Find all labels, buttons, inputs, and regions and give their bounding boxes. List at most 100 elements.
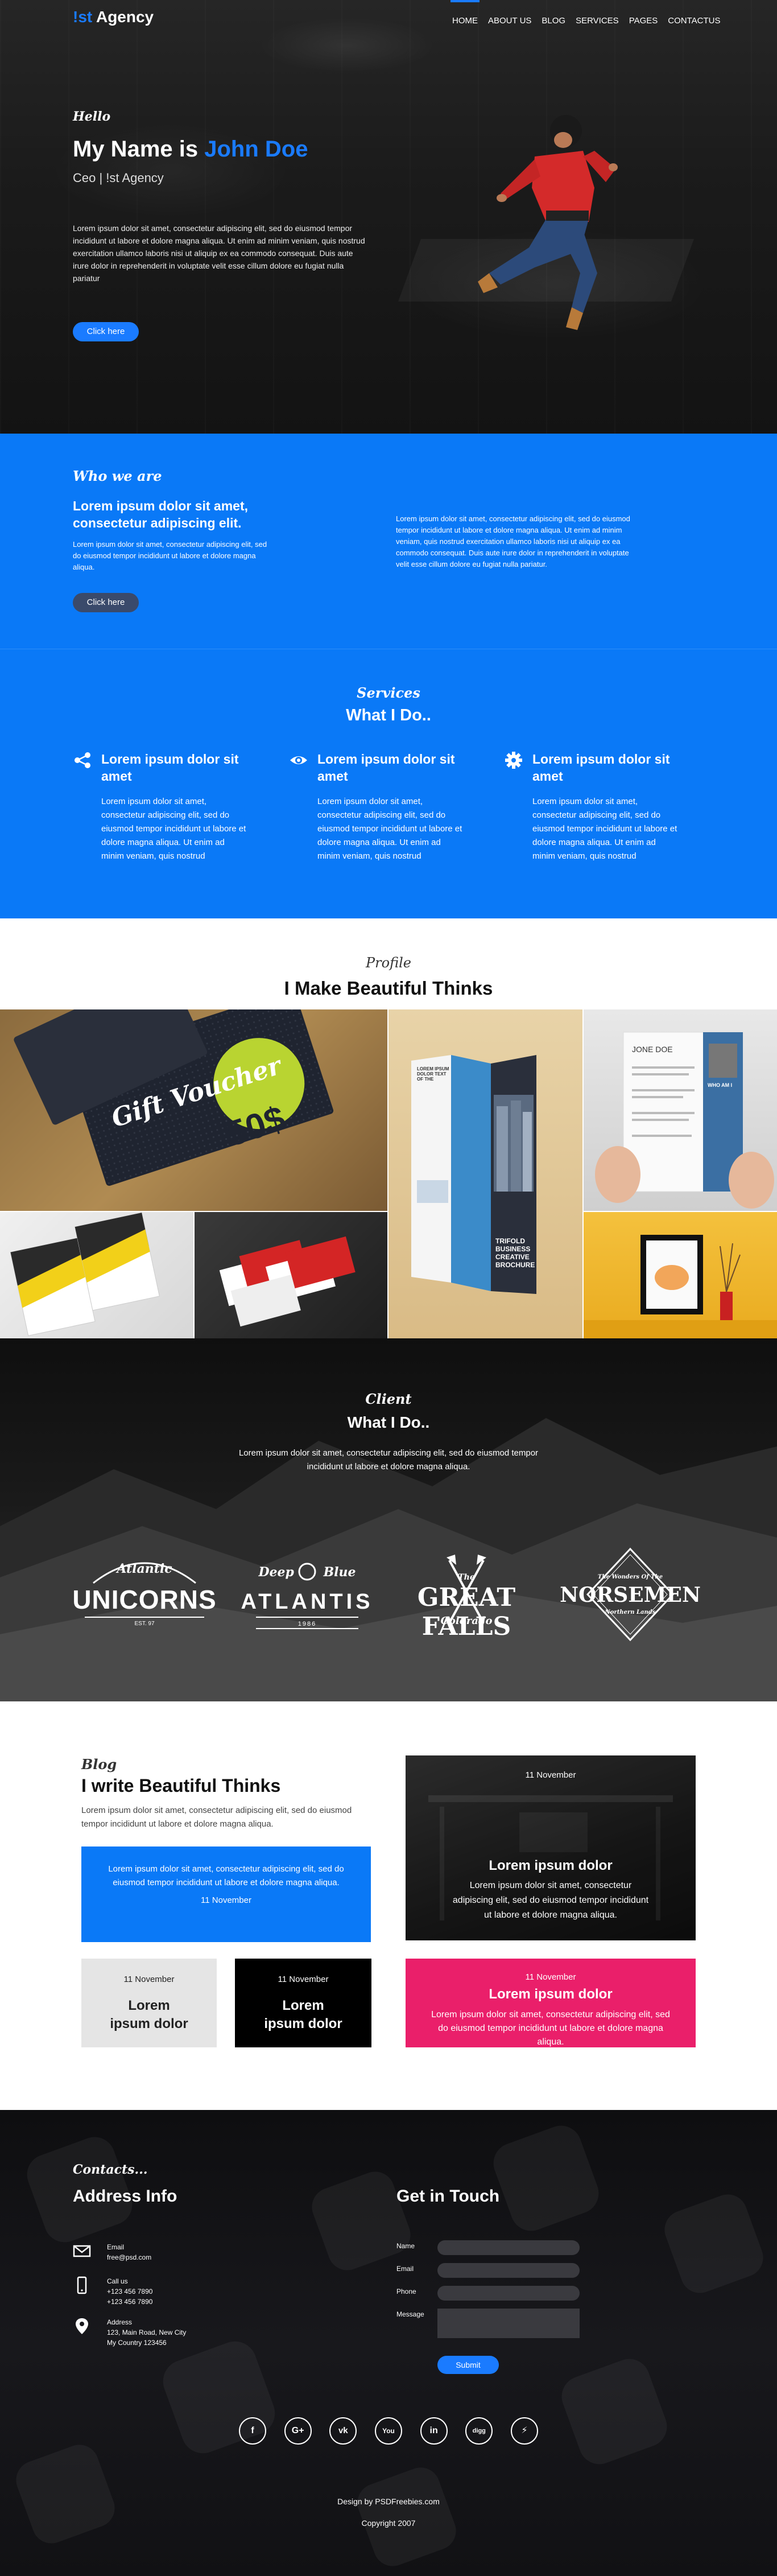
resume-name: JONE DOE <box>632 1045 673 1054</box>
facebook-icon[interactable]: f <box>239 2417 266 2445</box>
client-logo-unicorns[interactable]: Atlantic UNICORNS EST. 97 <box>71 1538 218 1651</box>
message-field-label: Message <box>396 2310 424 2318</box>
digg-icon[interactable]: digg <box>465 2417 493 2445</box>
client-title: What I Do.. <box>347 1413 430 1431</box>
blog-text: Lorem ipsum dolor sit amet, consectetur … <box>81 1806 352 1829</box>
contact-label: Contacts... <box>73 2162 148 2177</box>
gallery-item-business-cards[interactable] <box>195 1212 387 1338</box>
blog-card-pink[interactable]: 11 November Lorem ipsum dolor Lorem ipsu… <box>406 1959 696 2047</box>
gallery-item-flyers[interactable] <box>0 1212 193 1338</box>
nav-item-blog[interactable]: BLOG <box>536 0 571 34</box>
blog-title: I write Beautiful Thinks <box>81 1775 281 1796</box>
blog-card-date: 11 November <box>278 1975 329 1984</box>
email-field[interactable] <box>437 2263 580 2278</box>
blog-card-heading: Lorem ipsum dolor <box>264 1998 342 2031</box>
norsemen-logo-top: The Wonders Of The <box>597 1574 663 1580</box>
great-falls-logo-bottom: Colorado <box>440 1615 493 1627</box>
service-text: Lorem ipsum dolor sit amet, consectetur … <box>532 797 677 861</box>
great-falls-logo-main: GREAT FALLS <box>417 1583 516 1641</box>
vk-icon[interactable]: vk <box>329 2417 357 2445</box>
client-section: Client What I Do.. Lorem ipsum dolor sit… <box>0 1338 777 1701</box>
gallery-item-frame[interactable] <box>584 1212 777 1338</box>
resume-image <box>595 1032 774 1209</box>
business-cards-image <box>219 1236 356 1327</box>
blog-card-photo[interactable]: 11 November Lorem ipsum dolor Lorem ipsu… <box>406 1755 696 1940</box>
atlantis-logo-top: Deep Blue <box>258 1565 356 1580</box>
get-in-touch-title: Get in Touch <box>396 2187 500 2206</box>
nav-item-services[interactable]: SERVICES <box>571 0 624 34</box>
top-navigation: !st Agency HOME ABOUT US BLOG SERVICES P… <box>0 0 777 34</box>
nav-item-about-us[interactable]: ABOUT US <box>483 0 536 34</box>
service-heading: Lorem ipsum dolor sit amet <box>101 752 239 784</box>
client-logo-great-falls[interactable]: The GREAT FALLS Colorado <box>392 1538 540 1651</box>
nav-item-contactus[interactable]: CONTACTUS <box>663 0 725 34</box>
hero-section: !st Agency HOME ABOUT US BLOG SERVICES P… <box>0 0 777 434</box>
great-falls-logo-top: The <box>458 1573 475 1582</box>
who-we-are-section: Who we are Lorem ipsum dolor sit amet, c… <box>0 434 777 649</box>
email-value[interactable]: free@psd.com <box>107 2252 221 2262</box>
linkedin-icon[interactable]: in <box>420 2417 448 2445</box>
email-label: Email <box>107 2243 125 2251</box>
who-title: Lorem ipsum dolor sit amet, consectetur … <box>73 498 248 530</box>
lightning-icon[interactable]: ⚡ <box>510 2417 538 2445</box>
gallery-item-resume[interactable]: JONE DOE WHO AM I <box>584 1009 777 1211</box>
brochure-title-text: TRIFOLD BUSINESS CREATIVE BROCHURE <box>495 1237 535 1269</box>
phone-1[interactable]: +123 456 7890 <box>107 2286 221 2297</box>
norsemen-logo-main: NORSEMEN <box>560 1583 701 1607</box>
nav-item-home[interactable]: HOME <box>447 0 483 34</box>
address-line-2: My Country 123456 <box>107 2339 167 2347</box>
unicorns-logo-bottom: EST. 97 <box>134 1621 155 1627</box>
submit-button[interactable]: Submit <box>437 2356 499 2374</box>
design-credit[interactable]: Design by PSDFreebies.com <box>0 2497 777 2506</box>
blog-card-black[interactable]: 11 November Lorem ipsum dolor <box>235 1959 371 2047</box>
message-field[interactable] <box>437 2309 580 2338</box>
nav-item-pages[interactable]: PAGES <box>624 0 663 34</box>
name-field-label: Name <box>396 2242 415 2250</box>
blog-card-date: 11 November <box>525 1972 576 1982</box>
profile-title: I Make Beautiful Thinks <box>284 978 493 999</box>
phone-field[interactable] <box>437 2286 580 2301</box>
address-label: Address <box>107 2318 133 2326</box>
gift-voucher-image <box>14 1009 334 1186</box>
blog-card-date: 11 November <box>201 1895 251 1905</box>
gear-icon <box>505 752 522 769</box>
blog-card-date: 11 November <box>525 1770 576 1780</box>
blog-label: Blog <box>81 1756 117 1773</box>
gallery-item-brochure[interactable]: LOREM IPSUM DOLOR TEXT OF THE TRIFOLD BU… <box>388 1009 582 1338</box>
eye-icon <box>290 756 307 764</box>
name-field[interactable] <box>437 2240 580 2255</box>
who-click-button[interactable]: Click here <box>73 593 139 612</box>
call-label: Call us <box>107 2277 128 2285</box>
client-text: Lorem ipsum dolor sit amet, consectetur … <box>238 1448 539 1472</box>
logo-accent: !st <box>73 8 93 26</box>
share-icon <box>75 752 90 768</box>
services-title: What I Do.. <box>346 706 431 724</box>
who-label: Who we are <box>73 468 162 484</box>
brochure-head-text: LOREM IPSUM DOLOR TEXT OF THE <box>417 1066 449 1082</box>
phone-2[interactable]: +123 456 7890 <box>107 2297 221 2307</box>
logo-text: Agency <box>92 8 154 26</box>
client-label: Client <box>365 1391 412 1407</box>
hero-subtitle: Ceo | !st Agency <box>73 171 164 185</box>
blog-card-blue[interactable]: Lorem ipsum dolor sit amet, consectetur … <box>81 1847 371 1942</box>
blog-card-text: Lorem ipsum dolor sit amet, consectetur … <box>431 2010 670 2047</box>
client-logo-norsemen[interactable]: The Wonders Of The NORSEMEN Northern Lan… <box>556 1538 704 1651</box>
phone-lines: Call us +123 456 7890 +123 456 7890 <box>107 2276 221 2307</box>
gallery-item-gift-voucher[interactable]: Gift Voucher 50$ <box>0 1009 387 1211</box>
hero-hello: Hello <box>73 109 111 124</box>
client-logo-atlantis[interactable]: Deep Blue ATLANTIS 1986 <box>233 1538 381 1651</box>
services-label: Services <box>357 685 420 701</box>
google-plus-icon[interactable]: G+ <box>284 2417 312 2445</box>
blog-card-heading: Lorem ipsum dolor <box>489 1986 613 2002</box>
site-logo[interactable]: !st Agency <box>73 8 154 26</box>
youtube-icon[interactable]: You <box>374 2417 402 2445</box>
blog-card-heading: Lorem ipsum dolor <box>110 1998 188 2031</box>
flyers-image <box>10 1212 160 1336</box>
blog-card-date: 11 November <box>123 1975 175 1984</box>
frame-image <box>584 1235 777 1338</box>
hero-title-name: John Doe <box>204 137 308 162</box>
blog-card-grey[interactable]: 11 November Lorem ipsum dolor <box>81 1959 217 2047</box>
portfolio-gallery: Gift Voucher 50$ LOREM IPSUM DOLOR TEXT … <box>0 1009 777 1338</box>
norsemen-logo-bottom: Northern Lands <box>605 1609 656 1615</box>
hero-click-button[interactable]: Click here <box>73 322 139 341</box>
